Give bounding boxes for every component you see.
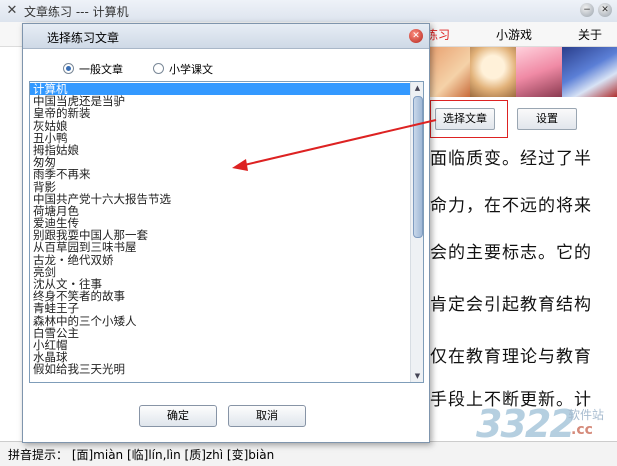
annotation-arrow	[232, 119, 437, 171]
